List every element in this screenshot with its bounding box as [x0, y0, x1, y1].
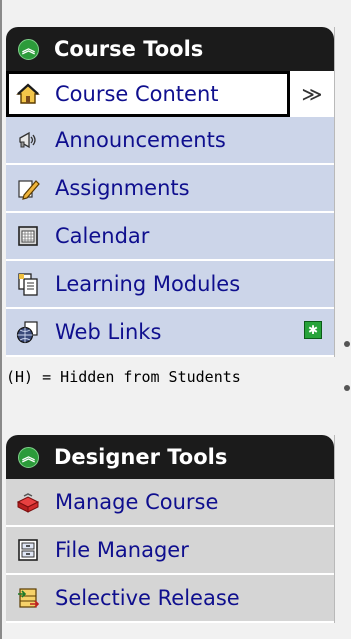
menu-item-selective-release[interactable]: Selective Release	[6, 575, 334, 623]
file-cabinet-icon	[15, 537, 41, 563]
menu-item-label: Web Links	[55, 320, 162, 344]
menu-item-label: Announcements	[55, 128, 226, 152]
add-web-link-icon[interactable]: ✱	[304, 321, 322, 339]
globe-icon	[15, 319, 41, 345]
menu-item-label: File Manager	[55, 538, 189, 562]
designer-tools-header[interactable]: ︽ Designer Tools	[6, 435, 334, 479]
document-stack-icon	[15, 271, 41, 297]
double-chevron-down-icon: ≫	[301, 82, 323, 106]
menu-item-label: Course Content	[55, 82, 219, 106]
menu-item-label: Manage Course	[55, 490, 219, 514]
course-tools-title: Course Tools	[54, 37, 204, 61]
course-tools-panel: ︽ Course Tools Course Content ≫ Announce…	[6, 27, 335, 357]
menu-item-label: Learning Modules	[55, 272, 241, 296]
pencil-icon	[15, 175, 41, 201]
resize-handle-bottom[interactable]	[344, 385, 350, 391]
designer-tools-panel: ︽ Designer Tools Manage Course File Mana…	[6, 435, 335, 623]
menu-item-file-manager[interactable]: File Manager	[6, 527, 334, 575]
menu-item-label: Assignments	[55, 176, 190, 200]
designer-tools-title: Designer Tools	[54, 445, 228, 469]
left-border-line	[0, 0, 2, 639]
house-icon	[15, 81, 41, 107]
add-symbol: ✱	[307, 323, 319, 337]
course-tools-header[interactable]: ︽ Course Tools	[6, 27, 334, 71]
calendar-icon	[15, 223, 41, 249]
expand-submenu-button[interactable]: ≫	[290, 71, 334, 117]
collapse-chevron-icon[interactable]: ︽	[18, 446, 39, 468]
menu-item-assignments[interactable]: Assignments	[6, 165, 334, 213]
menu-item-course-content[interactable]: Course Content	[6, 71, 290, 117]
menu-item-calendar[interactable]: Calendar	[6, 213, 334, 261]
course-content-row: Course Content ≫	[6, 71, 334, 117]
menu-item-web-links[interactable]: Web Links ✱	[6, 309, 334, 357]
release-icon	[15, 585, 41, 611]
resize-handle-top[interactable]	[344, 341, 350, 347]
toolbox-icon	[15, 489, 41, 515]
hidden-legend-note: (H) = Hidden from Students	[6, 368, 241, 386]
menu-item-manage-course[interactable]: Manage Course	[6, 479, 334, 527]
menu-item-label: Selective Release	[55, 586, 240, 610]
megaphone-icon	[15, 127, 41, 153]
menu-item-announcements[interactable]: Announcements	[6, 117, 334, 165]
menu-item-learning-modules[interactable]: Learning Modules	[6, 261, 334, 309]
collapse-chevron-icon[interactable]: ︽	[18, 38, 39, 60]
menu-item-label: Calendar	[55, 224, 150, 248]
